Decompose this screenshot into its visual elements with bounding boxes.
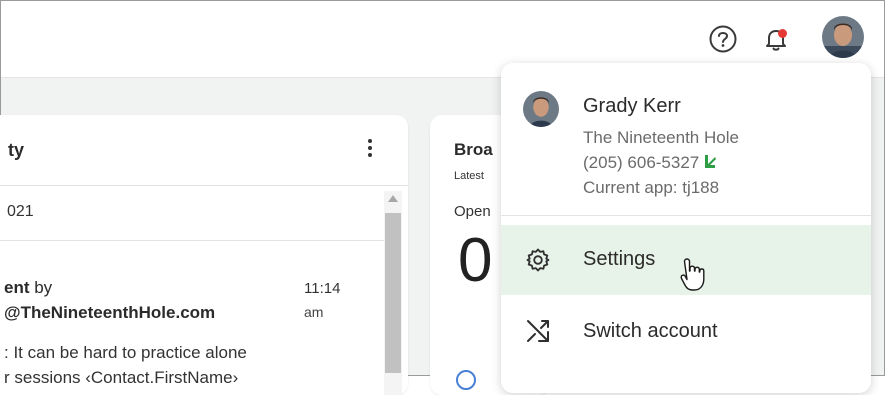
activity-scrollbar[interactable] — [384, 191, 402, 395]
account-menu: Grady Kerr The Nineteenth Hole (205) 606… — [501, 63, 871, 393]
more-options-icon[interactable] — [360, 133, 380, 163]
activity-preview: : It can be hard to practice alone — [4, 343, 247, 362]
activity-time-suffix: am — [304, 304, 324, 320]
user-photo-icon — [523, 91, 559, 127]
question-circle-icon — [709, 25, 737, 53]
menu-item-label: Settings — [583, 248, 656, 270]
menu-item-label: Switch account — [583, 320, 718, 342]
activity-by: by — [29, 278, 53, 297]
menu-item-settings[interactable]: Settings — [501, 225, 871, 295]
current-app: Current app: tj188 — [583, 178, 720, 197]
menu-divider — [501, 215, 871, 216]
notifications-button[interactable] — [756, 19, 796, 59]
user-photo-icon — [822, 16, 864, 58]
menu-item-switch-account[interactable]: Switch account — [501, 301, 871, 361]
activity-item-title[interactable]: ent by — [4, 278, 52, 298]
switch-arrows-icon — [524, 317, 552, 345]
notification-badge — [778, 29, 787, 38]
phone-number: (205) 606-5327 — [583, 153, 700, 172]
scroll-up-arrow-icon[interactable] — [388, 195, 398, 202]
account-company: The Nineteenth Hole — [583, 128, 739, 147]
avatar — [523, 91, 559, 127]
account-phone: (205) 606-5327 — [583, 153, 717, 173]
card-title: Broa — [454, 140, 493, 159]
open-count: 0 — [458, 226, 493, 295]
date-group-label: 021 — [7, 203, 34, 220]
user-avatar-button[interactable] — [822, 16, 864, 58]
activity-time: 11:14 — [304, 280, 341, 297]
activity-sender: @TheNineteenthHole.com — [4, 303, 216, 322]
activity-type: ent — [4, 278, 30, 297]
hand-pointer-icon — [680, 258, 705, 291]
phone-link-icon — [705, 155, 717, 168]
open-label: Open — [454, 203, 491, 220]
account-name: Grady Kerr — [583, 95, 681, 117]
bell-icon — [766, 30, 786, 51]
activity-preview-continued: r sessions ‹Contact.FirstName› — [4, 368, 239, 387]
activity-card: ty 021 ent by @TheNineteenthHole.com 11:… — [0, 115, 408, 395]
info-circle-icon — [456, 370, 476, 390]
gear-icon — [524, 246, 552, 274]
help-button[interactable] — [703, 19, 743, 59]
card-title: ty — [8, 140, 25, 160]
card-subtitle: Latest — [454, 170, 484, 182]
divider — [0, 185, 408, 186]
scrollbar-thumb[interactable] — [385, 213, 401, 373]
divider — [0, 240, 384, 241]
